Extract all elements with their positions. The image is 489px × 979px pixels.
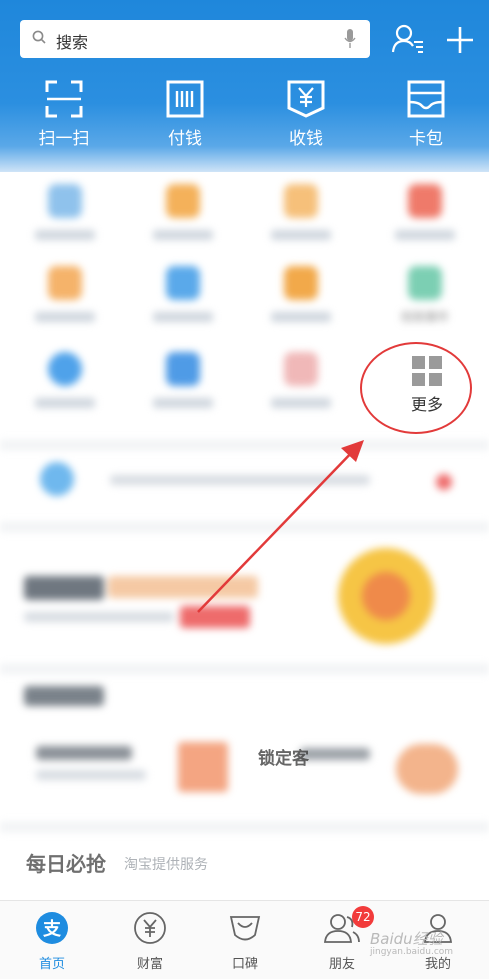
- grid-item[interactable]: [148, 266, 218, 322]
- grid-item[interactable]: [266, 184, 336, 240]
- yen-box-icon: [287, 80, 325, 118]
- grid-item[interactable]: [266, 352, 336, 408]
- add-icon[interactable]: [442, 22, 478, 58]
- watermark: Baidu经验 jingyan.baidu.com: [370, 928, 453, 957]
- grid-item-label: 校政事件: [400, 310, 449, 324]
- tab-wealth[interactable]: 财富: [120, 911, 180, 972]
- yen-circle-icon: [134, 912, 166, 944]
- svg-text:支: 支: [42, 918, 62, 940]
- cards-label: 卡包: [409, 129, 443, 149]
- grid-item[interactable]: [266, 266, 336, 322]
- receive-button[interactable]: 收钱: [256, 80, 356, 150]
- search-input[interactable]: 搜索: [20, 20, 370, 58]
- pay-button[interactable]: 付钱: [135, 80, 235, 150]
- cards-button[interactable]: 卡包: [376, 80, 476, 150]
- pay-label: 付钱: [168, 129, 202, 149]
- scan-icon: [45, 80, 83, 118]
- alipay-home-icon: 支: [36, 912, 68, 944]
- barcode-icon: [166, 80, 204, 118]
- contacts-icon[interactable]: [390, 22, 426, 58]
- grid-item[interactable]: [148, 184, 218, 240]
- watermark-sub: jingyan.baidu.com: [370, 947, 454, 957]
- daily-deals-subtitle: 淘宝提供服务: [124, 857, 208, 873]
- scan-button[interactable]: 扫一扫: [14, 80, 114, 150]
- grid-item[interactable]: [148, 352, 218, 408]
- microphone-icon[interactable]: [344, 29, 356, 49]
- tab-koubei-label: 口碑: [231, 957, 258, 972]
- tab-home[interactable]: 支 首页: [22, 911, 82, 972]
- recommend-title: 锁定客: [258, 749, 309, 769]
- tab-wealth-label: 财富: [136, 957, 163, 972]
- blurred-content: 校政事件: [0, 172, 489, 900]
- highlight-ellipse: [360, 342, 472, 434]
- friends-badge: 72: [352, 906, 374, 928]
- tab-koubei[interactable]: 口碑: [215, 911, 275, 972]
- grid-item[interactable]: [30, 184, 100, 240]
- search-icon: [32, 30, 46, 44]
- grid-item[interactable]: [30, 352, 100, 408]
- scan-label: 扫一扫: [38, 129, 90, 149]
- receive-label: 收钱: [289, 129, 323, 149]
- tab-friends-label: 朋友: [328, 957, 355, 972]
- grid-item[interactable]: 校政事件: [390, 266, 460, 325]
- koubei-icon: [229, 916, 261, 941]
- search-placeholder: 搜索: [56, 33, 89, 52]
- grid-item[interactable]: [390, 184, 460, 240]
- tab-home-label: 首页: [38, 957, 65, 972]
- daily-deals-title: 每日必抢: [26, 852, 106, 876]
- watermark-main: Baidu经验: [370, 930, 443, 948]
- card-wallet-icon: [407, 80, 445, 118]
- header-bar: 搜索 扫一扫 付钱 收钱 卡包: [0, 0, 489, 172]
- grid-item[interactable]: [30, 266, 100, 322]
